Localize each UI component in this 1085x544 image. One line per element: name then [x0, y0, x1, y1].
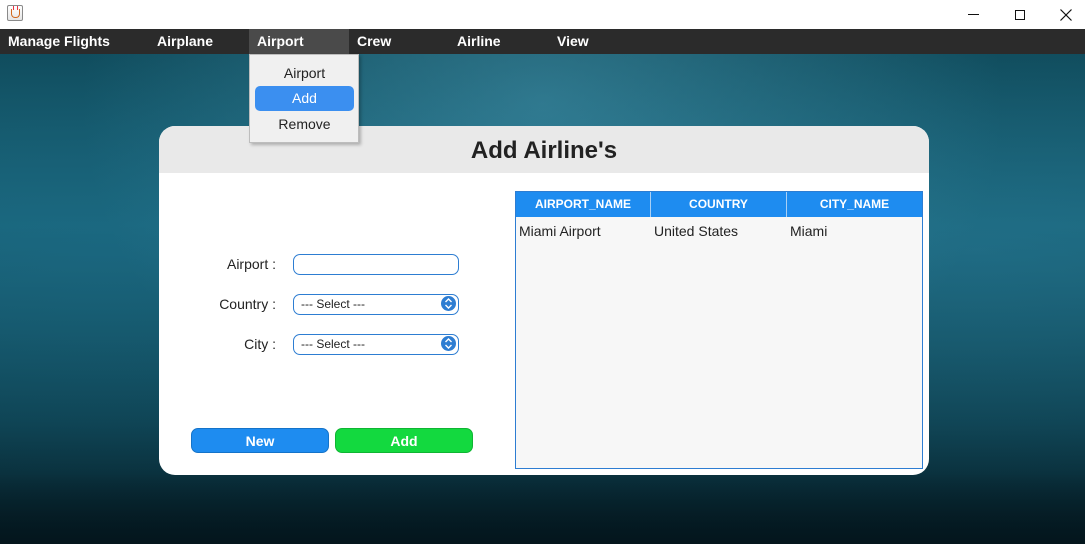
dropdown-item-add[interactable]: Add — [255, 86, 354, 111]
java-app-icon — [7, 5, 23, 21]
airport-dropdown-menu: Airport Add Remove — [249, 54, 359, 143]
close-button[interactable] — [1043, 0, 1085, 29]
minimize-button[interactable] — [950, 0, 996, 29]
column-header-country[interactable]: COUNTRY — [651, 192, 787, 217]
column-header-city-name[interactable]: CITY_NAME — [787, 192, 922, 217]
dropdown-item-remove[interactable]: Remove — [255, 112, 354, 137]
country-label: Country : — [219, 296, 276, 312]
title-bar — [0, 0, 1085, 29]
menu-manage-flights[interactable]: Manage Flights — [0, 29, 118, 54]
dropdown-item-airport[interactable]: Airport — [255, 61, 354, 86]
menu-airline[interactable]: Airline — [449, 29, 509, 54]
maximize-icon — [1015, 9, 1025, 20]
menu-crew[interactable]: Crew — [349, 29, 399, 54]
airport-input[interactable] — [293, 254, 459, 275]
cell-airport-name: Miami Airport — [519, 223, 601, 239]
add-button[interactable]: Add — [335, 428, 473, 453]
select-updown-icon — [441, 336, 456, 351]
country-select-value: --- Select --- — [301, 297, 365, 311]
city-select-value: --- Select --- — [301, 337, 365, 351]
menu-bar: Manage Flights Airplane Airport Crew Air… — [0, 29, 1085, 54]
maximize-button[interactable] — [997, 0, 1043, 29]
table-header: AIRPORT_NAME COUNTRY CITY_NAME — [516, 192, 922, 217]
close-icon — [1060, 8, 1072, 21]
add-airport-panel: Add Airline's Airport : Country : --- Se… — [159, 126, 929, 475]
airport-label: Airport : — [226, 256, 276, 272]
airports-table[interactable]: AIRPORT_NAME COUNTRY CITY_NAME Miami Air… — [515, 191, 923, 469]
column-header-airport-name[interactable]: AIRPORT_NAME — [516, 192, 651, 217]
select-updown-icon — [441, 296, 456, 311]
country-select[interactable]: --- Select --- — [293, 294, 459, 315]
new-button[interactable]: New — [191, 428, 329, 453]
cell-city-name: Miami — [790, 223, 828, 239]
cell-country: United States — [654, 223, 739, 239]
menu-airplane[interactable]: Airplane — [149, 29, 221, 54]
city-label: City : — [244, 336, 276, 352]
menu-view[interactable]: View — [549, 29, 597, 54]
city-select[interactable]: --- Select --- — [293, 334, 459, 355]
minimize-icon — [967, 14, 979, 15]
menu-airport[interactable]: Airport — [249, 29, 349, 54]
